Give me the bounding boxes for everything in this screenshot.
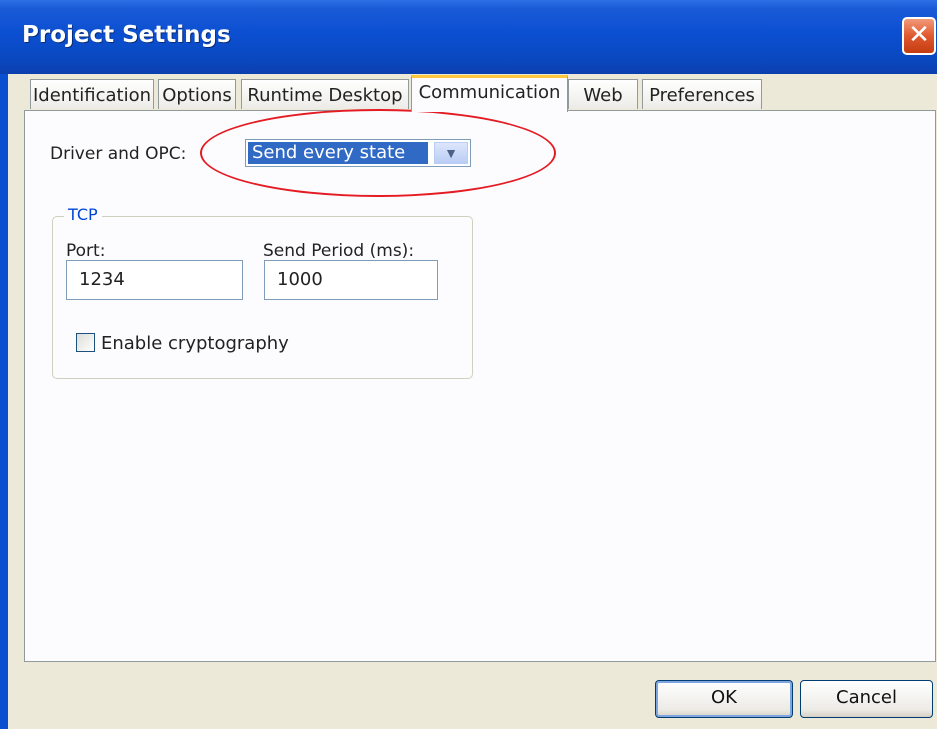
tab-panel-communication [24,110,936,662]
ok-button[interactable]: OK [655,680,793,718]
title-bar[interactable]: Project Settings ✕ [0,0,937,74]
enable-cryptography-label[interactable]: Enable cryptography [101,333,289,354]
tab-preferences[interactable]: Preferences [642,79,762,109]
port-label: Port: [66,241,106,261]
window-border [0,74,8,729]
dialog-title: Project Settings [22,22,231,48]
tcp-group-title: TCP [64,205,102,224]
tab-runtime-desktop[interactable]: Runtime Desktop [241,79,409,109]
port-input[interactable]: 1234 [66,260,243,300]
driver-opc-label: Driver and OPC: [50,144,187,164]
cancel-button[interactable]: Cancel [800,680,933,718]
tab-web[interactable]: Web [568,79,638,109]
tab-communication[interactable]: Communication [411,75,568,112]
send-period-input[interactable]: 1000 [264,260,438,300]
send-period-label: Send Period (ms): [263,241,415,261]
annotation-ellipse [200,109,556,197]
enable-cryptography-checkbox[interactable] [76,333,95,352]
tab-options[interactable]: Options [158,79,236,109]
tab-identification[interactable]: Identification [30,79,154,109]
project-settings-dialog: Project Settings ✕ Identification Option… [0,0,937,729]
close-icon[interactable]: ✕ [902,17,936,55]
